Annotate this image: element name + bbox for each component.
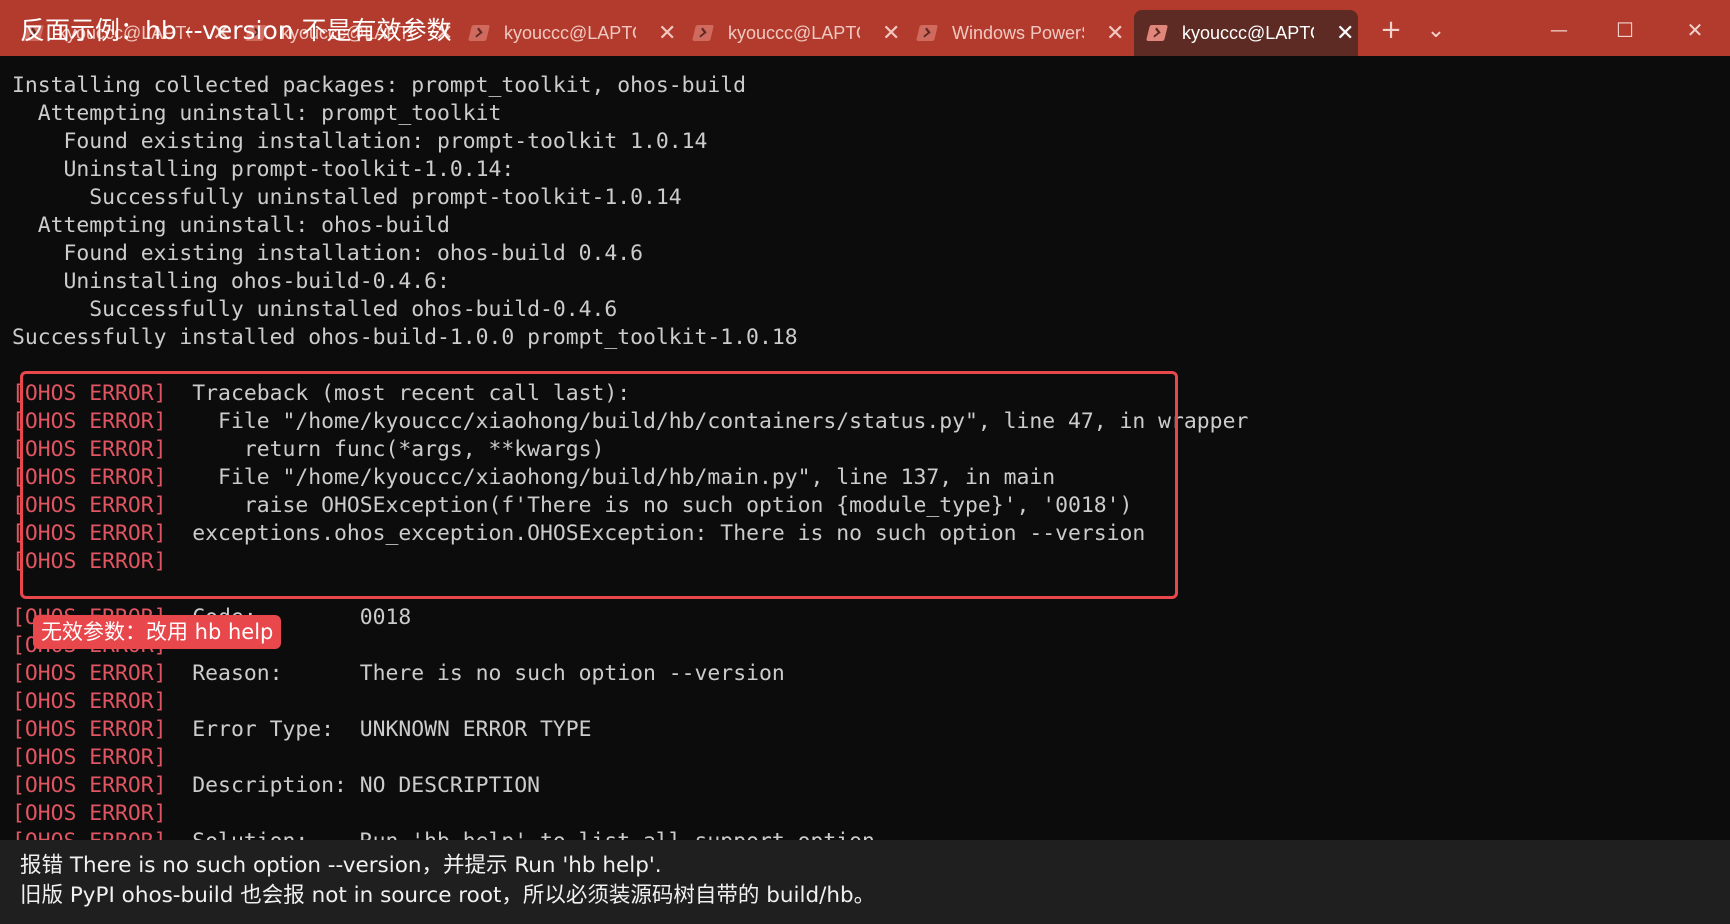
powershell-icon: [468, 25, 490, 41]
terminal-line: Attempting uninstall: prompt_toolkit: [12, 100, 1712, 128]
error-prefix: [OHOS ERROR]: [12, 745, 167, 770]
error-prefix: [OHOS ERROR]: [12, 801, 167, 826]
tab-close-icon[interactable]: ✕: [1336, 20, 1354, 46]
tab-close-icon[interactable]: ✕: [658, 20, 676, 46]
powershell-icon: [916, 25, 938, 41]
line-text: Attempting uninstall: prompt_toolkit: [12, 101, 502, 126]
line-text: Attempting uninstall: ohos-build: [12, 213, 450, 238]
subtitle-bar: 报错 There is no such option --version，并提示…: [0, 840, 1730, 924]
line-text: Installing collected packages: prompt_to…: [12, 73, 747, 98]
terminal-line: Attempting uninstall: ohos-build: [12, 212, 1712, 240]
terminal-line: Found existing installation: ohos-build …: [12, 240, 1712, 268]
error-prefix: [OHOS ERROR]: [12, 661, 167, 686]
subtitle-line-2: 旧版 PyPI ohos-build 也会报 not in source roo…: [20, 883, 876, 908]
terminal-line: Uninstalling ohos-build-0.4.6:: [12, 268, 1712, 296]
error-prefix: [OHOS ERROR]: [12, 689, 167, 714]
tab-close-icon[interactable]: ✕: [882, 20, 900, 46]
line-text: Reason: There is no such option --versio…: [166, 661, 785, 686]
terminal-line: [OHOS ERROR]: [12, 744, 1712, 772]
tab-3[interactable]: kyouccc@LAPTOP ✕: [456, 10, 680, 56]
error-prefix: [OHOS ERROR]: [12, 773, 167, 798]
terminal-line: [OHOS ERROR] Description: NO DESCRIPTION: [12, 772, 1712, 800]
subtitle-line-1: 报错 There is no such option --version，并提示…: [20, 853, 662, 878]
terminal-line: Successfully uninstalled prompt-toolkit-…: [12, 184, 1712, 212]
line-text: Error Type: UNKNOWN ERROR TYPE: [166, 717, 592, 742]
line-text: Successfully uninstalled prompt-toolkit-…: [12, 185, 682, 210]
tab-6-active[interactable]: kyouccc@LAPTOP ✕: [1134, 10, 1358, 56]
line-text: Successfully installed ohos-build-1.0.0 …: [12, 325, 798, 350]
tab-dropdown-icon[interactable]: ⌄: [1416, 12, 1456, 48]
terminal-line: [OHOS ERROR]: [12, 688, 1712, 716]
close-button[interactable]: ✕: [1675, 12, 1715, 48]
tab-label: kyouccc@LAPTOP: [504, 22, 636, 43]
line-text: Uninstalling prompt-toolkit-1.0.14:: [12, 157, 515, 182]
line-text: Successfully uninstalled ohos-build-0.4.…: [12, 297, 618, 322]
tab-5[interactable]: Windows PowerShell ✕: [904, 10, 1128, 56]
caption-overlay: 反面示例：hb --version 不是有效参数: [20, 16, 452, 45]
terminal-line: [OHOS ERROR] Error Type: UNKNOWN ERROR T…: [12, 716, 1712, 744]
line-text: Found existing installation: ohos-build …: [12, 241, 644, 266]
powershell-icon: [692, 25, 714, 41]
terminal-line: [OHOS ERROR]: [12, 800, 1712, 828]
error-highlight-box: [20, 371, 1178, 599]
new-tab-button[interactable]: +: [1371, 12, 1411, 48]
annotation-label: 无效参数：改用 hb help: [33, 615, 282, 649]
minimize-button[interactable]: —: [1539, 12, 1579, 48]
tab-label: kyouccc@LAPTOP: [728, 22, 860, 43]
terminal-line: [OHOS ERROR] Reason: There is no such op…: [12, 660, 1712, 688]
line-text: Found existing installation: prompt-tool…: [12, 129, 708, 154]
terminal-line: Successfully uninstalled ohos-build-0.4.…: [12, 296, 1712, 324]
line-text: Uninstalling ohos-build-0.4.6:: [12, 269, 450, 294]
error-prefix: [OHOS ERROR]: [12, 717, 167, 742]
terminal-line: Found existing installation: prompt-tool…: [12, 128, 1712, 156]
maximize-button[interactable]: ☐: [1605, 12, 1645, 48]
terminal-line: Successfully installed ohos-build-1.0.0 …: [12, 324, 1712, 352]
title-bar: kyouccc@LAPTOP ✕ kyouccc@LAPTOP ✕ kyoucc…: [0, 0, 1730, 56]
terminal-line: Installing collected packages: prompt_to…: [12, 72, 1712, 100]
powershell-icon: [1146, 25, 1168, 41]
tab-label: kyouccc@LAPTOP: [1182, 22, 1314, 43]
terminal-line: Uninstalling prompt-toolkit-1.0.14:: [12, 156, 1712, 184]
line-text: Description: NO DESCRIPTION: [166, 773, 541, 798]
tab-close-icon[interactable]: ✕: [1106, 20, 1124, 46]
tab-label: Windows PowerShell: [952, 22, 1084, 43]
tab-4[interactable]: kyouccc@LAPTOP ✕: [680, 10, 904, 56]
